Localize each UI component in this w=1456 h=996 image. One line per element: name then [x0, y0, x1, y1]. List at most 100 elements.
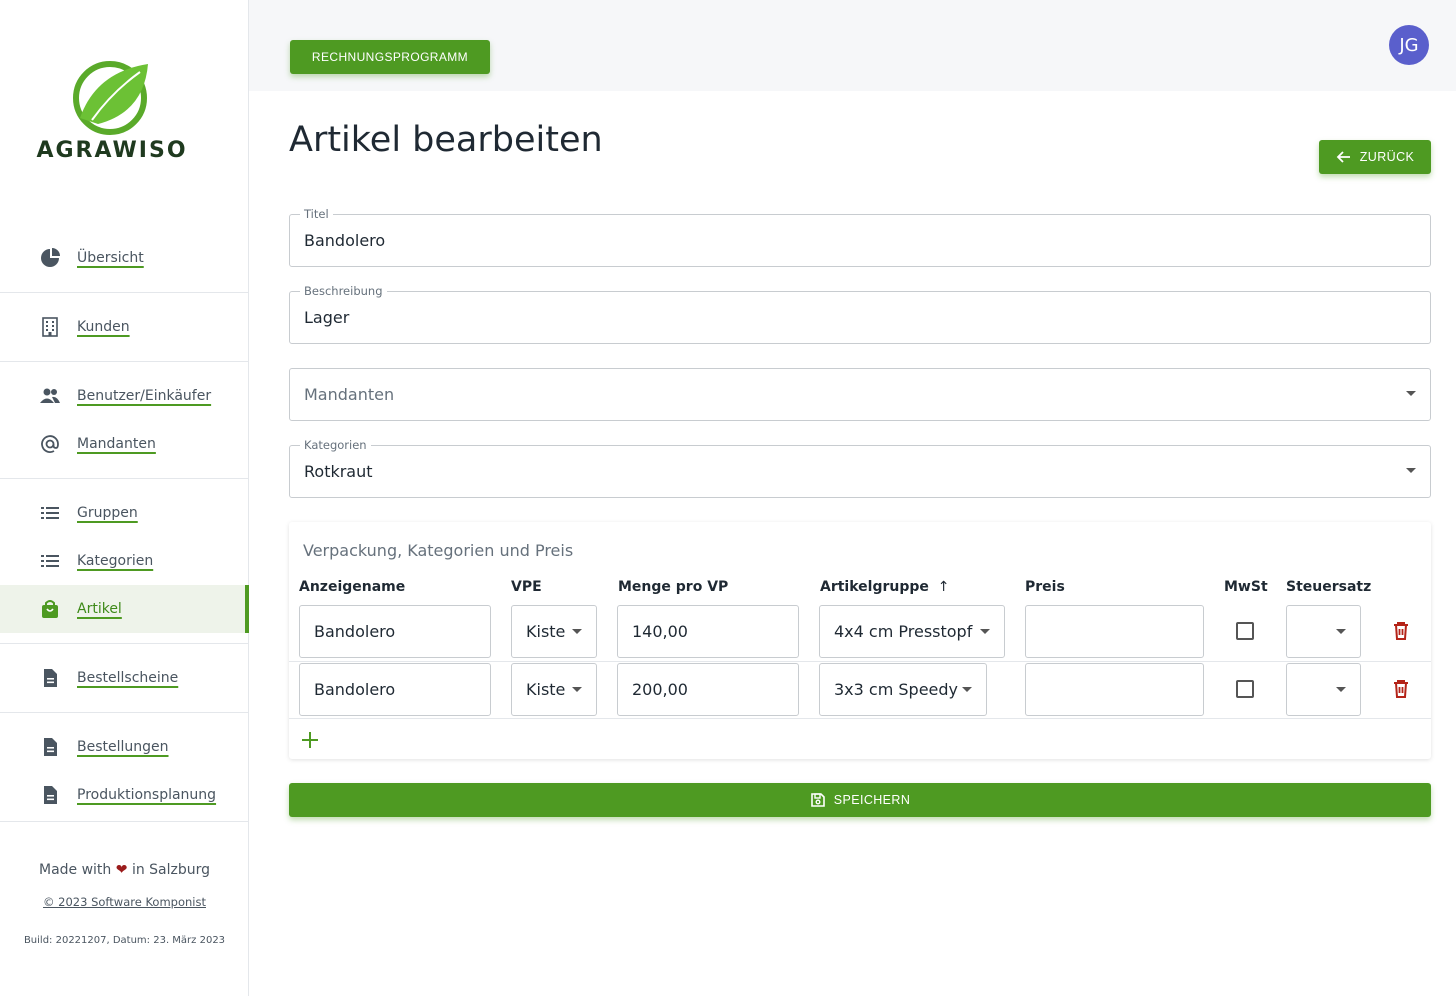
sidebar-item-label: Bestellscheine	[77, 670, 179, 686]
delete-row-icon[interactable]	[1390, 620, 1412, 642]
divider	[0, 821, 249, 822]
column-header-steuersatz: Steuersatz	[1286, 579, 1372, 595]
vpe-value: Kiste	[526, 622, 566, 641]
column-header-vpe: VPE	[511, 579, 542, 595]
anzeigename-input[interactable]: Bandolero	[299, 605, 491, 658]
column-header-artikelgruppe[interactable]: Artikelgruppe ↑	[820, 579, 950, 595]
back-button-label: ZURÜCK	[1359, 150, 1415, 164]
vpe-select[interactable]: Kiste	[511, 663, 597, 716]
heart-icon: ❤	[115, 862, 128, 878]
add-row-icon[interactable]	[299, 729, 321, 751]
preis-input[interactable]	[1025, 663, 1204, 716]
sidebar-item-label: Kategorien	[77, 553, 154, 569]
beschreibung-value: Lager	[304, 308, 350, 327]
copyright-link[interactable]: © 2023 Software Komponist	[0, 895, 249, 909]
made-in-text: in Salzburg	[131, 862, 211, 878]
sort-arrow-up-icon: ↑	[937, 579, 950, 595]
sidebar-item-artikel[interactable]: Artikel	[0, 585, 249, 633]
floppy-disk-icon	[810, 793, 825, 807]
menge-input[interactable]: 200,00	[617, 663, 799, 716]
made-with-text: Made with	[38, 862, 112, 878]
sidebar-item-produktionsplanung[interactable]: Produktionsplanung	[0, 771, 249, 819]
divider	[0, 712, 249, 713]
save-button-label: SPEICHERN	[833, 793, 911, 807]
artikelgruppe-header-label: Artikelgruppe	[820, 579, 929, 595]
titel-field[interactable]: Titel Bandolero	[289, 207, 1431, 267]
beschreibung-field[interactable]: Beschreibung Lager	[289, 284, 1431, 344]
building-icon	[40, 317, 60, 337]
list-icon	[40, 551, 60, 571]
artikelgruppe-select[interactable]: 3x3 cm Speedy	[819, 663, 987, 716]
steuersatz-select[interactable]	[1286, 605, 1361, 658]
sidebar-item-label: Mandanten	[77, 436, 156, 452]
sidebar-item-bestellscheine[interactable]: Bestellscheine	[0, 654, 249, 702]
rechnungsprogramm-button[interactable]: RECHNUNGSPROGRAMM	[290, 40, 490, 74]
chevron-down-icon	[1336, 687, 1346, 692]
back-button[interactable]: ZURÜCK	[1319, 140, 1431, 174]
chevron-down-icon	[980, 629, 990, 634]
kategorien-select[interactable]: Kategorien Rotkraut	[289, 438, 1431, 498]
anzeigename-input[interactable]: Bandolero	[299, 663, 491, 716]
kategorien-label: Kategorien	[300, 438, 371, 452]
column-header-preis: Preis	[1025, 579, 1065, 595]
sidebar-item-bestellungen[interactable]: Bestellungen	[0, 723, 249, 771]
people-icon	[40, 386, 60, 406]
mandanten-placeholder: Mandanten	[304, 385, 395, 404]
row-divider	[289, 661, 1431, 662]
sidebar-item-label: Benutzer/Einkäufer	[77, 388, 212, 404]
preis-input[interactable]	[1025, 605, 1204, 658]
sidebar-item-label: Artikel	[77, 601, 122, 617]
mwst-checkbox[interactable]	[1236, 680, 1254, 698]
document-icon	[40, 737, 60, 757]
row-divider	[289, 718, 1431, 719]
artikelgruppe-select[interactable]: 4x4 cm Presstopf	[819, 605, 1005, 658]
vpe-value: Kiste	[526, 680, 566, 699]
sidebar-item-mandanten[interactable]: Mandanten	[0, 420, 249, 468]
sidebar-item-gruppen[interactable]: Gruppen	[0, 489, 249, 537]
sidebar-item-benutzer[interactable]: Benutzer/Einkäufer	[0, 372, 249, 420]
sidebar-item-kategorien[interactable]: Kategorien	[0, 537, 249, 585]
sidebar-item-label: Produktionsplanung	[77, 787, 217, 803]
sidebar-item-label: Gruppen	[77, 505, 138, 521]
pie-chart-icon	[40, 248, 60, 268]
arrow-left-icon	[1336, 151, 1350, 163]
column-header-anzeigename: Anzeigename	[299, 579, 406, 595]
titel-label: Titel	[300, 207, 333, 221]
build-info: Build: 20221207, Datum: 23. März 2023	[23, 935, 226, 946]
save-button[interactable]: SPEICHERN	[289, 783, 1431, 817]
logo: AGRAWISO	[36, 58, 188, 168]
sidebar-item-label: Bestellungen	[77, 739, 169, 755]
at-sign-icon	[40, 434, 60, 454]
sidebar-item-label: Kunden	[77, 319, 130, 335]
divider	[0, 478, 249, 479]
page-title: Artikel bearbeiten	[289, 120, 603, 160]
list-icon	[40, 503, 60, 523]
avatar[interactable]: JG	[1389, 25, 1429, 65]
beschreibung-label: Beschreibung	[300, 284, 387, 298]
column-header-menge: Menge pro VP	[618, 579, 729, 595]
chevron-down-icon	[1406, 391, 1416, 396]
menge-input[interactable]: 140,00	[617, 605, 799, 658]
mwst-checkbox[interactable]	[1236, 622, 1254, 640]
chevron-down-icon	[572, 629, 582, 634]
packaging-table-card: Verpackung, Kategorien und Preis Anzeige…	[289, 522, 1431, 759]
artikelgruppe-value: 3x3 cm Speedy	[834, 680, 959, 699]
leaf-logo-icon	[73, 61, 148, 135]
mandanten-select[interactable]: Mandanten	[289, 368, 1431, 421]
sidebar: AGRAWISO Übersicht Kunden Benutzer/Einkä…	[0, 0, 249, 996]
vpe-select[interactable]: Kiste	[511, 605, 597, 658]
titel-value: Bandolero	[304, 231, 386, 250]
sidebar-item-label: Übersicht	[77, 250, 144, 266]
divider	[0, 292, 249, 293]
card-title: Verpackung, Kategorien und Preis	[303, 541, 574, 560]
chevron-down-icon	[962, 687, 972, 692]
divider	[0, 643, 249, 644]
steuersatz-select[interactable]	[1286, 663, 1361, 716]
document-icon	[40, 668, 60, 688]
bag-icon	[40, 599, 60, 619]
sidebar-item-kunden[interactable]: Kunden	[0, 303, 249, 351]
chevron-down-icon	[572, 687, 582, 692]
kategorien-value: Rotkraut	[304, 462, 373, 481]
sidebar-item-uebersicht[interactable]: Übersicht	[0, 234, 249, 282]
delete-row-icon[interactable]	[1390, 678, 1412, 700]
